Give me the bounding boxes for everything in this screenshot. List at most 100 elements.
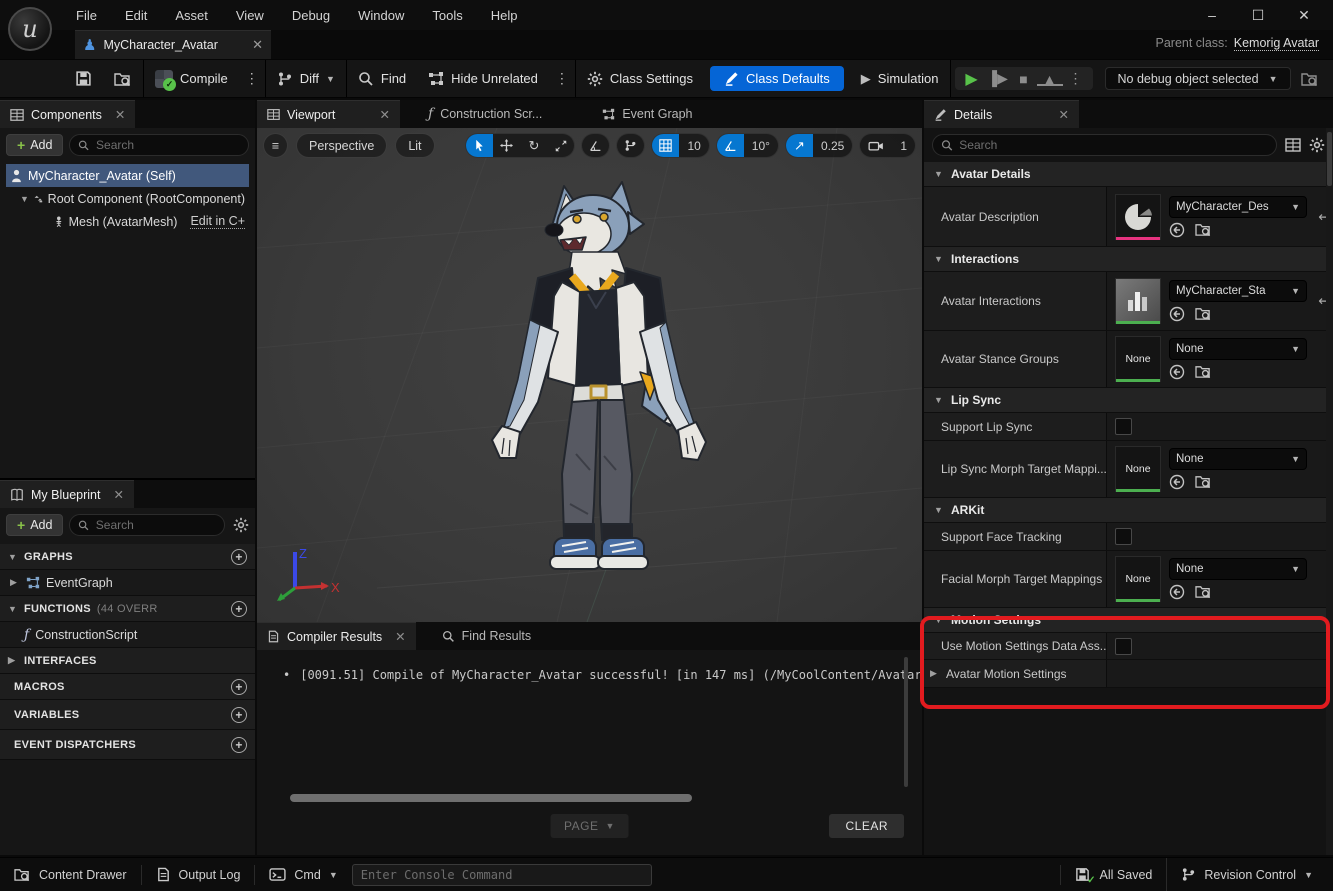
lip-sync-morph-thumbnail[interactable]: None bbox=[1115, 446, 1161, 492]
browse-to-asset-icon[interactable] bbox=[1195, 364, 1212, 379]
blueprint-add-button[interactable]: + Add bbox=[6, 514, 63, 536]
details-settings-gear-icon[interactable] bbox=[1309, 137, 1325, 153]
world-coordinate-button[interactable] bbox=[582, 134, 609, 157]
event-graph-tab[interactable]: Event Graph bbox=[592, 100, 702, 128]
console-command-input[interactable] bbox=[361, 868, 643, 882]
add-event-dispatcher-button[interactable]: + bbox=[231, 737, 247, 753]
components-tab-close-icon[interactable]: ✕ bbox=[115, 107, 125, 122]
avatar-character-model[interactable] bbox=[480, 174, 720, 594]
components-search-input[interactable] bbox=[96, 138, 240, 152]
use-selected-asset-icon[interactable] bbox=[1169, 584, 1185, 600]
details-search[interactable] bbox=[932, 134, 1277, 156]
facial-morph-dropdown[interactable]: None▼ bbox=[1169, 558, 1307, 580]
use-selected-asset-icon[interactable] bbox=[1169, 474, 1185, 490]
details-scrollbar-thumb[interactable] bbox=[1327, 132, 1332, 186]
grid-snap-toggle[interactable] bbox=[652, 134, 679, 157]
lip-sync-morph-dropdown[interactable]: None▼ bbox=[1169, 448, 1307, 470]
eventgraph-item[interactable]: ▶ EventGraph bbox=[0, 570, 255, 596]
expand-caret-icon[interactable]: ▶ bbox=[10, 577, 20, 588]
scale-tool-button[interactable] bbox=[547, 134, 574, 157]
horizontal-scrollbar[interactable] bbox=[290, 794, 692, 802]
rotation-snap-value[interactable]: 10° bbox=[744, 134, 778, 157]
menu-view[interactable]: View bbox=[224, 4, 276, 27]
camera-speed-value[interactable]: 1 bbox=[892, 134, 915, 157]
components-add-button[interactable]: + Add bbox=[6, 134, 63, 156]
play-icon[interactable]: ▶ bbox=[959, 69, 985, 89]
section-lip-sync[interactable]: ▼ Lip Sync bbox=[924, 388, 1333, 413]
tree-item-self[interactable]: MyCharacter_Avatar (Self) bbox=[6, 164, 249, 187]
my-blueprint-tab[interactable]: My Blueprint ✕ bbox=[0, 480, 134, 508]
graphs-section-header[interactable]: ▼ GRAPHS + bbox=[0, 544, 255, 570]
frame-skip-icon[interactable]: ▐▶ bbox=[985, 70, 1011, 87]
section-motion-settings[interactable]: ▼ Motion Settings bbox=[924, 608, 1333, 633]
grid-snap-value[interactable]: 10 bbox=[679, 134, 708, 157]
viewport-3d-view[interactable]: ≡ Perspective Lit ↻ 10 bbox=[257, 128, 922, 622]
tree-item-root-component[interactable]: ▼ Root Component (RootComponent) bbox=[6, 187, 249, 210]
use-motion-settings-checkbox[interactable] bbox=[1115, 638, 1132, 655]
details-tab-close-icon[interactable]: ✕ bbox=[1059, 107, 1069, 122]
details-tab[interactable]: Details ✕ bbox=[924, 100, 1079, 128]
content-drawer-button[interactable]: Content Drawer bbox=[0, 858, 141, 891]
debug-browse-button[interactable] bbox=[1299, 60, 1330, 97]
scale-snap-toggle[interactable]: ↗ bbox=[786, 134, 813, 157]
menu-tools[interactable]: Tools bbox=[420, 4, 474, 27]
perspective-dropdown[interactable]: Perspective bbox=[296, 133, 387, 158]
details-scrollbar-track[interactable] bbox=[1326, 128, 1333, 855]
viewport-tab-close-icon[interactable]: ✕ bbox=[380, 107, 390, 122]
compile-options-kebab[interactable]: ⋮ bbox=[239, 60, 265, 97]
support-lip-sync-checkbox[interactable] bbox=[1115, 418, 1132, 435]
simulation-button[interactable]: ▶ Simulation bbox=[850, 60, 950, 97]
avatar-interactions-dropdown[interactable]: MyCharacter_Sta▼ bbox=[1169, 280, 1307, 302]
menu-file[interactable]: File bbox=[64, 4, 109, 27]
find-results-tab[interactable]: Find Results bbox=[432, 622, 541, 650]
diff-button[interactable]: Diff▼ bbox=[266, 60, 346, 97]
avatar-description-thumbnail[interactable] bbox=[1115, 194, 1161, 240]
browse-to-asset-icon[interactable] bbox=[1195, 584, 1212, 599]
section-arkit[interactable]: ▼ ARKit bbox=[924, 498, 1333, 523]
scale-snap-value[interactable]: 0.25 bbox=[813, 134, 852, 157]
close-button[interactable]: ✕ bbox=[1281, 0, 1327, 30]
interfaces-section-header[interactable]: ▶ INTERFACES bbox=[0, 648, 255, 674]
output-log-button[interactable]: Output Log bbox=[142, 858, 255, 891]
rotate-tool-button[interactable]: ↻ bbox=[520, 134, 547, 157]
all-saved-button[interactable]: ✓ All Saved bbox=[1061, 867, 1167, 883]
functions-section-header[interactable]: ▼ FUNCTIONS (44 OVERR + bbox=[0, 596, 255, 622]
components-search[interactable] bbox=[69, 134, 249, 156]
details-search-input[interactable] bbox=[959, 138, 1268, 152]
class-defaults-button[interactable]: Class Defaults bbox=[710, 66, 844, 91]
tree-item-mesh[interactable]: Mesh (AvatarMesh) Edit in C+ bbox=[6, 210, 249, 233]
avatar-description-dropdown[interactable]: MyCharacter_Des▼ bbox=[1169, 196, 1307, 218]
camera-speed-button[interactable] bbox=[860, 134, 892, 157]
avatar-stance-groups-thumbnail[interactable]: None bbox=[1115, 336, 1161, 382]
add-function-button[interactable]: + bbox=[231, 601, 247, 617]
add-variable-button[interactable]: + bbox=[231, 707, 247, 723]
event-dispatchers-section-header[interactable]: EVENT DISPATCHERS + bbox=[0, 730, 255, 760]
viewport-tab[interactable]: Viewport ✕ bbox=[257, 100, 400, 128]
menu-window[interactable]: Window bbox=[346, 4, 416, 27]
components-tab[interactable]: Components ✕ bbox=[0, 100, 135, 128]
section-avatar-details[interactable]: ▼ Avatar Details bbox=[924, 162, 1333, 187]
select-tool-button[interactable] bbox=[466, 134, 493, 157]
asset-tab[interactable]: ♟ MyCharacter_Avatar ✕ bbox=[75, 30, 271, 59]
revision-control-dropdown[interactable]: Revision Control ▼ bbox=[1167, 867, 1333, 882]
save-button[interactable] bbox=[64, 60, 103, 97]
menu-edit[interactable]: Edit bbox=[113, 4, 159, 27]
browse-to-asset-icon[interactable] bbox=[1195, 474, 1212, 489]
use-selected-asset-icon[interactable] bbox=[1169, 306, 1185, 322]
expand-caret-icon[interactable]: ▶ bbox=[930, 668, 940, 679]
add-graph-button[interactable]: + bbox=[231, 549, 247, 565]
play-options-kebab[interactable]: ⋮ bbox=[1063, 70, 1089, 87]
find-button[interactable]: Find bbox=[347, 60, 417, 97]
minimize-button[interactable]: – bbox=[1189, 0, 1235, 30]
compiler-results-tab[interactable]: Compiler Results ✕ bbox=[257, 622, 416, 650]
page-dropdown[interactable]: PAGE▼ bbox=[550, 814, 629, 838]
asset-tab-close-icon[interactable]: ✕ bbox=[252, 37, 263, 53]
macros-section-header[interactable]: MACROS + bbox=[0, 674, 255, 700]
use-selected-asset-icon[interactable] bbox=[1169, 364, 1185, 380]
vertical-scrollbar[interactable] bbox=[904, 657, 908, 787]
parent-class-link[interactable]: Kemorig Avatar bbox=[1234, 36, 1319, 51]
construction-script-tab[interactable]: ƒ Construction Scr... bbox=[418, 100, 552, 128]
viewport-options-menu-icon[interactable]: ≡ bbox=[263, 133, 288, 158]
avatar-stance-groups-dropdown[interactable]: None▼ bbox=[1169, 338, 1307, 360]
rotation-snap-toggle[interactable] bbox=[717, 134, 744, 157]
